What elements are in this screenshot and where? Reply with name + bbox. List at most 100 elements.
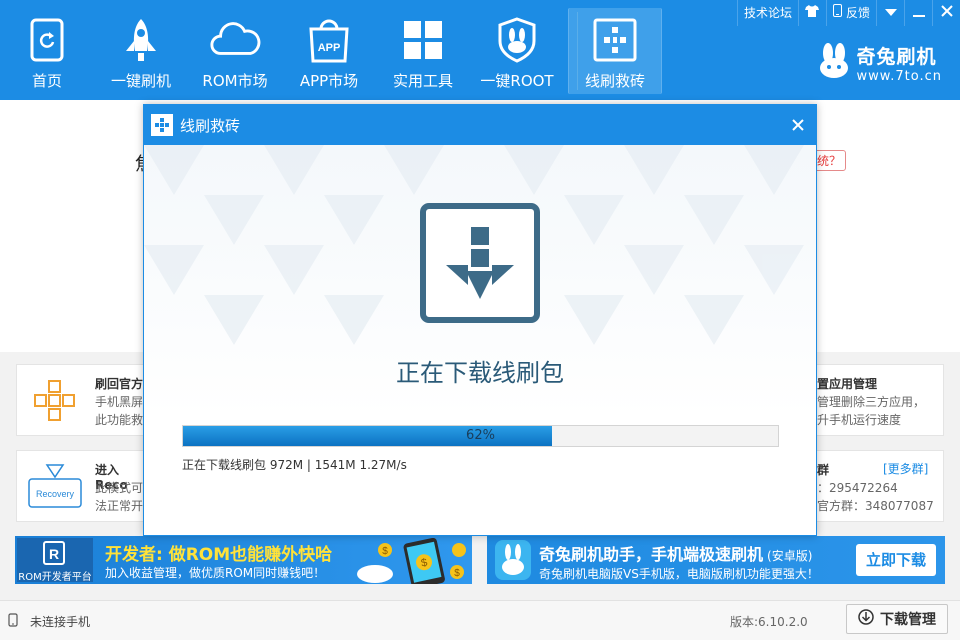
phone-icon [8, 613, 18, 630]
nav-label: 一键刷机 [110, 72, 171, 90]
card-desc-line: 官方群：348077087 [817, 499, 934, 513]
version-label: 版本:6.10.2.0 [730, 615, 808, 629]
download-manager-button[interactable]: 下载管理 [846, 604, 948, 634]
nav-one-click-flash[interactable]: 一键刷机 [94, 0, 188, 100]
brand-name: 奇兔刷机 [856, 46, 937, 68]
dialog-body: 正在下载线刷包 62% 正在下载线刷包 972M | 1541M 1.27M/s [144, 145, 816, 535]
app-bag-icon: APP [303, 14, 355, 66]
mobile-app-subtext: 奇兔刷机电脑版VS手机版，电脑版刷机功能更强大！ [539, 567, 819, 581]
card-title: 刷回官方 [95, 377, 144, 391]
nav-label: 一键ROOT [480, 72, 554, 90]
minimize-icon [912, 0, 925, 26]
rabbit-logo-icon [817, 43, 851, 83]
minimize-button[interactable] [904, 0, 932, 26]
nav-label: 首页 [31, 72, 62, 90]
close-icon [792, 119, 804, 131]
feedback-button[interactable]: 反馈 [825, 0, 876, 26]
svg-text:$: $ [454, 568, 460, 579]
dialog-header: 线刷救砖 [144, 105, 816, 145]
download-package-icon [420, 203, 540, 323]
developer-headline-text: 做ROM也能赚外快哈 [168, 545, 333, 565]
coin-cloud-phone-icon: $ $ $ [337, 537, 469, 589]
card-desc-line: 手机黑屏 [95, 395, 144, 409]
svg-text:APP: APP [318, 42, 341, 54]
rabbit-shield-icon [491, 14, 543, 66]
download-progress-bar: 62% [182, 425, 779, 447]
rescue-grid-icon [33, 379, 77, 427]
dialog-close-button[interactable] [784, 111, 812, 139]
rom-dev-logo-text: ROM开发者平台 [18, 572, 92, 583]
rocket-icon [115, 14, 167, 66]
more-groups-link[interactable]: [更多群] [883, 460, 928, 478]
cloud-icon [209, 14, 261, 66]
nav-label: APP市场 [299, 72, 359, 90]
recovery-icon-text: Recovery [36, 489, 75, 499]
nav-app-market[interactable]: APP APP市场 [282, 0, 376, 100]
svg-text:R: R [49, 546, 59, 562]
phone-connection-status: 未连接手机 [30, 615, 91, 629]
download-now-button[interactable]: 立即下载 [856, 544, 936, 576]
download-circle-icon [858, 609, 874, 629]
top-bar: 首页 一键刷机 ROM市场 APP APP市场 实用工具 一键ROOT 线刷救砖… [0, 0, 960, 100]
mobile-app-banner[interactable]: 奇兔刷机助手，手机端极速刷机 (安卓版) 奇兔刷机电脑版VS手机版，电脑版刷机功能… [487, 536, 945, 584]
nav-divider [577, 12, 578, 90]
close-icon [940, 0, 953, 26]
card-desc-line: 此模式可 [95, 481, 144, 495]
card-desc-line: 此功能救 [95, 413, 144, 427]
dialog-title: 线刷救砖 [180, 117, 241, 135]
nav-label: 实用工具 [392, 72, 453, 90]
system-question-badge[interactable]: 统？ [812, 150, 847, 171]
rescue-icon [150, 113, 174, 137]
developer-headline-prefix: 开发者: [105, 545, 169, 565]
rabbit-app-icon [493, 538, 533, 586]
rescue-flash-dialog: 线刷救砖 正在下载线刷包 62% 正在下载线刷包 972M | 1541M 1.… [143, 104, 817, 536]
progress-percent: 62% [466, 428, 495, 443]
nav-home[interactable]: 首页 [0, 0, 94, 100]
card-desc-line: 法正常开 [95, 499, 144, 513]
chevron-down-icon [884, 0, 897, 26]
mobile-app-headline: 奇兔刷机助手，手机端极速刷机 (安卓版) [539, 541, 812, 565]
menu-button[interactable] [876, 0, 904, 26]
mobile-app-headline-text: 奇兔刷机助手，手机端极速刷机 [539, 545, 764, 564]
main-nav: 首页 一键刷机 ROM市场 APP APP市场 实用工具 一键ROOT 线刷救砖 [0, 0, 666, 100]
nav-rescue-flash[interactable]: 线刷救砖 [568, 8, 662, 94]
nav-label: 线刷救砖 [584, 72, 645, 90]
card-enter-recovery[interactable]: Recovery 进入Reco 此模式可 法正常开 [16, 450, 146, 522]
nav-label: ROM市场 [202, 72, 268, 90]
mobile-app-tag: (安卓版) [767, 549, 813, 563]
developer-subtext: 加入收益管理，做优质ROM同时赚钱吧！ [105, 566, 326, 580]
grid-icon [397, 14, 449, 66]
brand-logo: 奇兔刷机 www.7to.cn [817, 42, 942, 84]
download-status-title: 正在下载线刷包 [396, 359, 564, 387]
home-icon [21, 14, 73, 66]
skin-button[interactable] [797, 0, 826, 26]
nav-one-click-root[interactable]: 一键ROOT [470, 0, 564, 100]
svg-text:$: $ [382, 546, 388, 557]
card-desc-line: 升手机运行速度 [817, 413, 902, 427]
close-button[interactable] [932, 0, 960, 26]
card-title: 群 [817, 463, 830, 477]
rom-dev-logo: R ROM开发者平台 [17, 538, 93, 583]
brand-url: www.7to.cn [856, 69, 942, 84]
card-title: 置应用管理 [817, 377, 878, 391]
card-qq-groups: 群 [更多群] ：295472264 官方群：348077087 [812, 450, 944, 522]
nav-utility-tools[interactable]: 实用工具 [376, 0, 470, 100]
card-desc-line: ：295472264 [817, 481, 898, 495]
feedback-label: 反馈 [845, 6, 870, 20]
phone-feedback-icon [832, 0, 842, 26]
card-flash-official[interactable]: 刷回官方 手机黑屏 此功能救 [16, 364, 146, 436]
developer-headline: 开发者: 做ROM也能赚外快哈 [105, 540, 332, 565]
status-bar: 未连接手机 版本:6.10.2.0 [0, 600, 960, 640]
recovery-icon: Recovery [27, 463, 83, 513]
card-app-manager[interactable]: 置应用管理 管理删除三方应用， 升手机运行速度 [812, 364, 944, 436]
rescue-icon [589, 14, 641, 66]
window-controls: 技术论坛 反馈 [736, 0, 960, 26]
shirt-icon [805, 0, 820, 26]
card-desc-line: 管理删除三方应用， [817, 395, 926, 409]
forum-link[interactable]: 技术论坛 [736, 0, 798, 26]
download-progress-info: 正在下载线刷包 972M | 1541M 1.27M/s [182, 458, 407, 472]
nav-rom-market[interactable]: ROM市场 [188, 0, 282, 100]
download-manager-label: 下载管理 [880, 612, 936, 628]
forum-label: 技术论坛 [743, 6, 792, 20]
developer-banner[interactable]: R ROM开发者平台 开发者: 做ROM也能赚外快哈 加入收益管理，做优质ROM… [15, 536, 472, 589]
